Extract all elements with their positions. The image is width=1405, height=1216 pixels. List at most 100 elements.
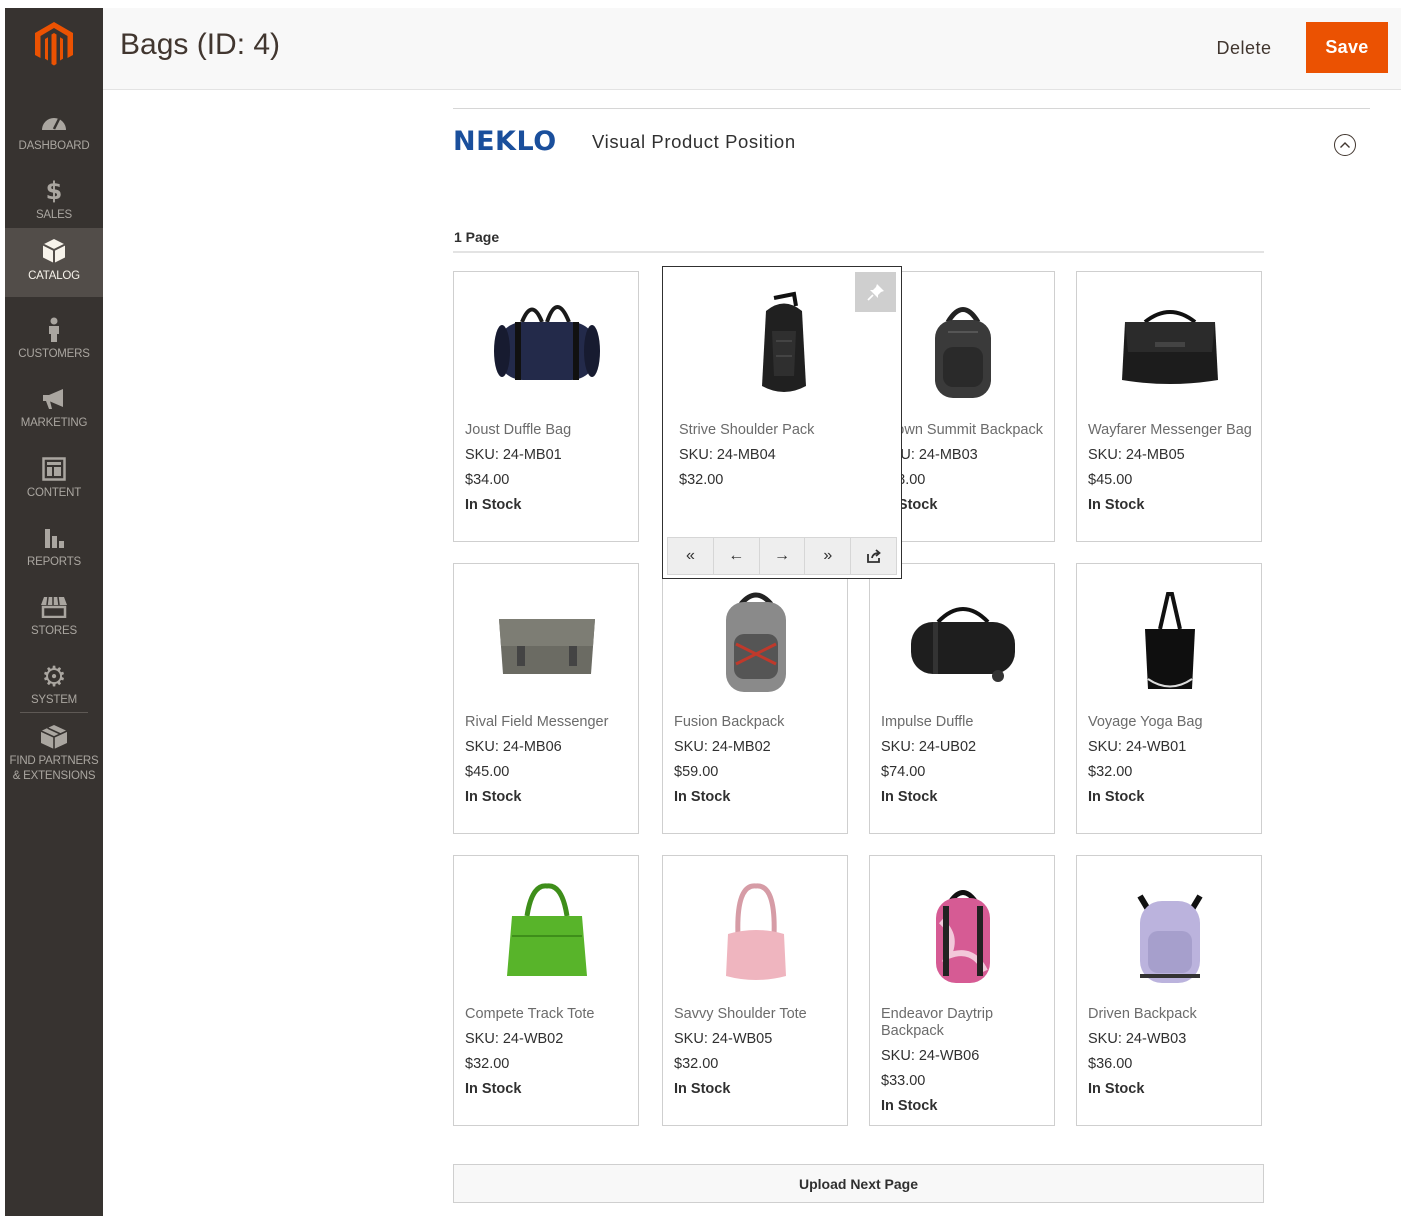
product-price: $59.00 [674,764,719,780]
product-sku: SKU: 24-MB03 [881,447,978,463]
product-name: Voyage Yoga Bag [1088,714,1203,730]
magento-logo[interactable] [5,8,103,80]
sidebar-item-content[interactable]: CONTENT [5,445,103,513]
product-sku: SKU: 24-WB05 [674,1031,773,1047]
sidebar-item-system[interactable]: ⚙ SYSTEM [5,652,103,720]
product-card[interactable]: Compete Track Tote SKU: 24-WB02 $32.00 I… [453,855,639,1126]
product-sku: SKU: 24-MB05 [1088,447,1185,463]
admin-sidebar: DASHBOARD $ SALES CATALOG CUSTOMERS MARK… [5,8,103,1216]
product-stock: In Stock [674,789,731,805]
product-image [1097,282,1242,412]
collapse-section-button[interactable] [1334,134,1356,156]
bar-chart-icon [5,526,103,550]
sidebar-item-marketing[interactable]: MARKETING [5,375,103,443]
box-icon [5,239,103,263]
product-sku: SKU: 24-UB02 [881,739,977,755]
product-card[interactable]: Wayfarer Messenger Bag SKU: 24-MB05 $45.… [1076,271,1262,542]
sidebar-item-label: DASHBOARD [18,140,90,152]
pin-product-button[interactable] [855,272,896,312]
product-name: Joust Duffle Bag [465,422,572,438]
product-stock: In Stock [1088,497,1145,513]
product-price: $32.00 [1088,764,1133,780]
product-image [683,866,828,996]
product-stock: In Stock [881,789,938,805]
sidebar-item-label: FIND PARTNERS & EXTENSIONS [9,755,99,782]
sidebar-item-label: STORES [31,625,77,637]
product-sku: SKU: 24-WB03 [1088,1031,1187,1047]
sidebar-item-label: SALES [35,209,73,221]
magento-logo-icon [35,22,73,66]
product-stock: In Stock [465,1081,522,1097]
section-divider [453,108,1370,109]
product-image [474,866,619,996]
page-title: Bags (ID: 4) [120,28,281,61]
product-name: Impulse Duffle [881,714,974,730]
gear-icon: ⚙ [41,659,67,693]
page-divider [453,251,1264,253]
product-sku: SKU: 24-MB01 [465,447,562,463]
move-first-button[interactable]: « [668,538,714,574]
product-sku: SKU: 24-WB02 [465,1031,564,1047]
product-sku: SKU: 24-MB02 [674,739,771,755]
sidebar-item-label: CUSTOMERS [18,348,90,360]
product-image [890,866,1035,996]
sidebar-item-sales[interactable]: $ SALES [5,167,103,235]
sidebar-divider [20,712,88,713]
move-right-button[interactable]: → [760,538,806,574]
product-stock: In Stock [465,497,522,513]
sidebar-item-catalog[interactable]: CATALOG [5,228,103,297]
product-price: $38.00 [881,472,926,488]
move-last-button[interactable]: » [805,538,852,574]
sidebar-item-label: MARKETING [20,417,88,429]
product-name: Wayfarer Messenger Bag [1088,422,1252,438]
share-export-icon [866,549,881,563]
section-title: Visual Product Position [592,131,796,152]
product-card[interactable]: Endeavor Daytrip Backpack SKU: 24-WB06 $… [869,855,1055,1126]
dollar-icon: $ [45,177,63,205]
product-sku: SKU: 24-MB06 [465,739,562,755]
product-card[interactable]: Joust Duffle Bag SKU: 24-MB01 $34.00 In … [453,271,639,542]
sidebar-item-stores[interactable]: STORES [5,583,103,651]
product-card[interactable]: Fusion Backpack SKU: 24-MB02 $59.00 In S… [662,563,848,834]
sidebar-item-dashboard[interactable]: DASHBOARD [5,98,103,166]
sidebar-item-find-partners[interactable]: FIND PARTNERS & EXTENSIONS [5,720,103,800]
product-stock: In Stock [881,497,938,513]
product-card[interactable]: Impulse Duffle SKU: 24-UB02 $74.00 In St… [869,563,1055,834]
sidebar-item-customers[interactable]: CUSTOMERS [5,306,103,374]
product-stock: In Stock [1088,789,1145,805]
sidebar-item-reports[interactable]: REPORTS [5,514,103,582]
product-sku: SKU: 24-WB01 [1088,739,1187,755]
product-name: Rival Field Messenger [465,714,609,730]
page-number-label: 1 Page [454,229,500,245]
product-image [890,574,1035,704]
product-image [711,281,856,411]
svg-text:NEKLO: NEKLO [453,126,557,156]
product-card-hovered[interactable]: Strive Shoulder Pack SKU: 24-MB04 $32.00… [662,266,902,579]
product-image [890,282,1035,412]
product-name: Savvy Shoulder Tote [674,1006,807,1022]
product-card[interactable]: Voyage Yoga Bag SKU: 24-WB01 $32.00 In S… [1076,563,1262,834]
product-card[interactable]: Driven Backpack SKU: 24-WB03 $36.00 In S… [1076,855,1262,1126]
sidebar-item-label: CONTENT [26,487,82,499]
product-name: Fusion Backpack [674,714,785,730]
upload-next-page-button[interactable]: Upload Next Page [453,1164,1264,1203]
move-left-button[interactable]: ← [714,538,760,574]
neklo-logo: NEKLO [453,126,557,156]
dashboard-gauge-icon [5,110,103,134]
product-stock: In Stock [465,789,522,805]
product-stock: In Stock [1088,1081,1145,1097]
save-button[interactable]: Save [1306,22,1388,73]
product-card[interactable]: Rival Field Messenger SKU: 24-MB06 $45.0… [453,563,639,834]
product-image [1097,866,1242,996]
product-card[interactable]: Savvy Shoulder Tote SKU: 24-WB05 $32.00 … [662,855,848,1126]
product-name: Crown Summit Backpack [881,422,1043,438]
product-image [474,574,619,704]
delete-button[interactable]: Delete [1203,24,1285,72]
product-image [1097,574,1242,704]
sidebar-item-label: REPORTS [27,556,81,568]
page-header: Bags (ID: 4) Delete Save [103,8,1401,90]
pushpin-icon [866,284,884,301]
move-to-page-button[interactable] [851,538,896,574]
product-price: $32.00 [674,1056,719,1072]
chevron-up-icon [1340,142,1350,148]
